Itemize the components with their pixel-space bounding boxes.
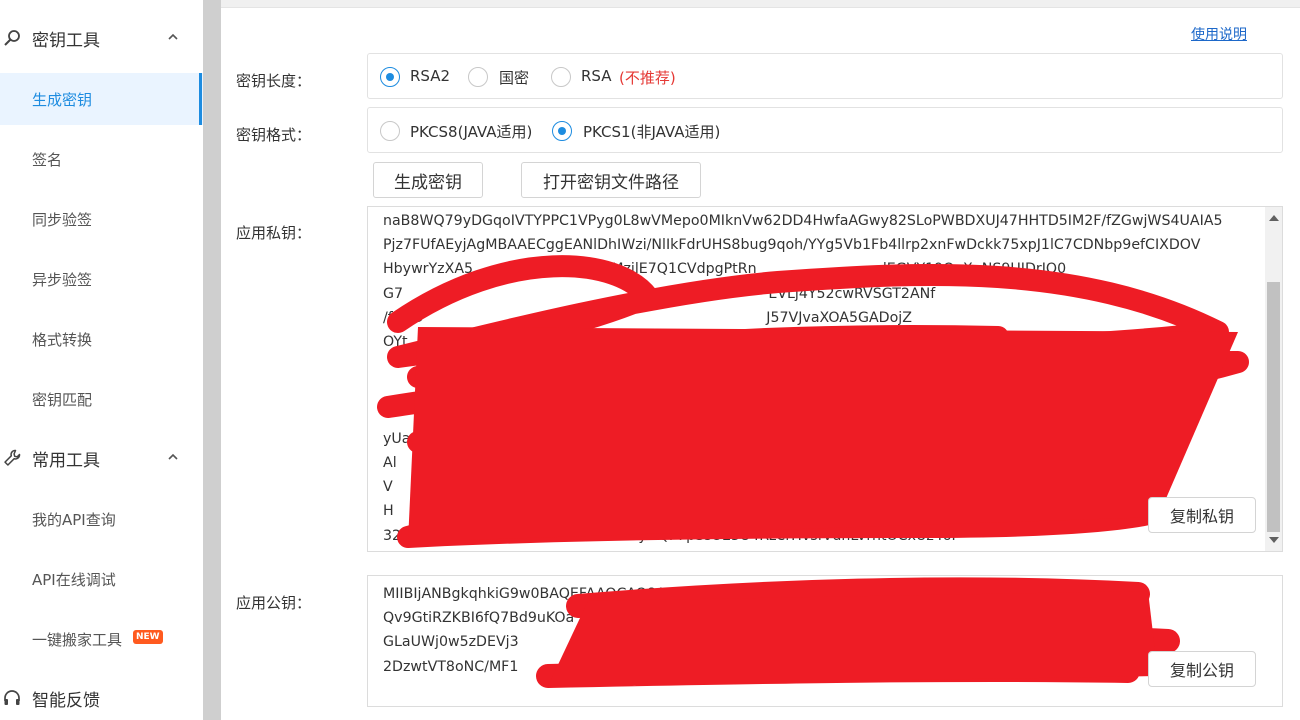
key-format-label: 密钥格式：	[236, 126, 312, 144]
sidebar-item-migration-tool[interactable]: 一键搬家工具 NEW	[0, 613, 203, 665]
sidebar-item-label: 格式转换	[32, 330, 93, 349]
radio-rsa2[interactable]	[380, 67, 400, 87]
key-format-options: PKCS8(JAVA适用) PKCS1(非JAVA适用)	[367, 107, 1283, 153]
sidebar-item-label: 签名	[32, 150, 63, 169]
sidebar-group-label: 密钥工具	[32, 30, 100, 51]
public-key-text: MIIBIjANBgkqhkiG9w0BAQEFAAOCAQ8AMIIB Aba…	[383, 586, 1025, 675]
sidebar-item-format-convert[interactable]: 格式转换	[0, 313, 203, 365]
sidebar-splitter[interactable]	[203, 0, 221, 720]
headset-icon	[4, 690, 20, 705]
chevron-up-icon	[168, 453, 178, 460]
sidebar-group-common-tools[interactable]: 常用工具	[0, 438, 203, 478]
sidebar-item-sign[interactable]: 签名	[0, 133, 203, 185]
radio-label-pkcs1[interactable]: PKCS1(非JAVA适用)	[583, 121, 720, 142]
generate-key-button[interactable]: 生成密钥	[373, 162, 483, 198]
scroll-thumb[interactable]	[1267, 282, 1280, 532]
public-key-label: 应用公钥：	[236, 594, 312, 612]
sidebar-group-label: 智能反馈	[32, 690, 100, 711]
sidebar-item-generate-key[interactable]: 生成密钥	[0, 73, 203, 125]
copy-private-key-button[interactable]: 复制私钥	[1148, 497, 1256, 533]
main-panel: 使用说明 密钥长度： RSA2 国密 RSA (不推荐) 密钥格式： PKCS8…	[221, 0, 1300, 720]
copy-public-key-button[interactable]: 复制公钥	[1148, 651, 1256, 687]
radio-label-rsa[interactable]: RSA	[581, 67, 611, 85]
wrench-icon	[4, 449, 21, 466]
sidebar-item-async-verify[interactable]: 异步验签	[0, 253, 203, 305]
sidebar-item-sync-verify[interactable]: 同步验签	[0, 193, 203, 245]
radio-rsa[interactable]	[551, 67, 571, 87]
sidebar: 密钥工具 生成密钥 签名 同步验签 异步验签 格式转换 密钥匹配 常用工具 我的…	[0, 0, 203, 720]
key-length-options: RSA2 国密 RSA (不推荐)	[367, 53, 1283, 99]
not-recommended-note: (不推荐)	[619, 69, 676, 87]
private-key-label: 应用私钥：	[236, 224, 312, 242]
sidebar-group-label: 常用工具	[32, 450, 100, 471]
sidebar-group-feedback[interactable]: 智能反馈	[0, 678, 203, 718]
sidebar-item-label: 我的API查询	[32, 510, 116, 529]
private-key-textarea[interactable]: naB8WQ79yDGqoIVTYPPC1VPyg0L8wVMepo0MIknV…	[367, 206, 1283, 552]
usage-guide-link[interactable]: 使用说明	[1191, 24, 1247, 44]
key-length-label: 密钥长度：	[236, 72, 312, 90]
scroll-down-arrow-icon[interactable]	[1269, 537, 1279, 543]
new-badge: NEW	[133, 630, 163, 644]
sidebar-item-label: API在线调试	[32, 570, 116, 589]
radio-pkcs8[interactable]	[380, 121, 400, 141]
radio-label-rsa2[interactable]: RSA2	[410, 67, 450, 85]
sidebar-item-label: 异步验签	[32, 270, 93, 289]
top-strip	[221, 0, 1300, 8]
search-icon	[4, 30, 20, 46]
sidebar-item-label: 同步验签	[32, 210, 93, 229]
sidebar-item-key-match[interactable]: 密钥匹配	[0, 373, 203, 425]
private-key-text: naB8WQ79yDGqoIVTYPPC1VPyg0L8wVMepo0MIknV…	[383, 213, 1223, 544]
sidebar-group-key-tools[interactable]: 密钥工具	[0, 18, 203, 58]
sidebar-item-label: 一键搬家工具	[32, 630, 123, 649]
chevron-up-icon	[168, 33, 178, 40]
radio-sm[interactable]	[468, 67, 488, 87]
radio-label-sm[interactable]: 国密	[499, 67, 529, 88]
open-key-path-button[interactable]: 打开密钥文件路径	[521, 162, 701, 198]
scroll-up-arrow-icon[interactable]	[1269, 215, 1279, 221]
sidebar-item-api-debug[interactable]: API在线调试	[0, 553, 203, 605]
public-key-textarea[interactable]: MIIBIjANBgkqhkiG9w0BAQEFAAOCAQ8AMIIB Aba…	[367, 575, 1283, 707]
radio-label-pkcs8[interactable]: PKCS8(JAVA适用)	[410, 121, 532, 142]
sidebar-item-label: 生成密钥	[32, 90, 93, 109]
sidebar-item-my-api-query[interactable]: 我的API查询	[0, 493, 203, 545]
radio-pkcs1[interactable]	[552, 121, 572, 141]
sidebar-item-label: 密钥匹配	[32, 390, 93, 409]
private-key-scrollbar[interactable]	[1265, 207, 1282, 551]
